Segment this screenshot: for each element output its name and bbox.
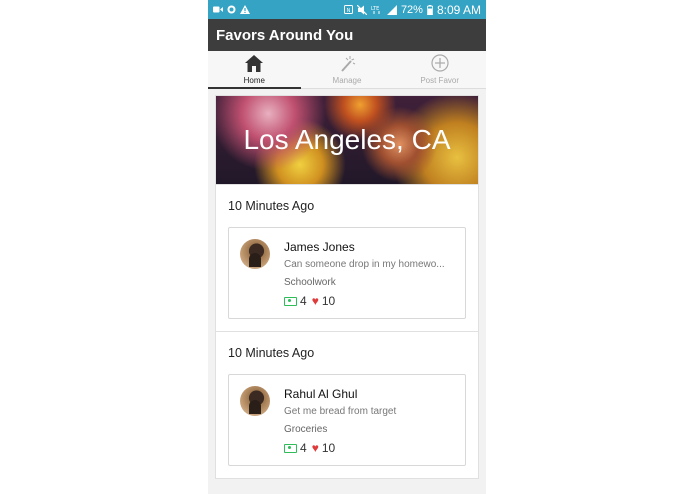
money-count: 4: [300, 294, 307, 308]
money-count: 4: [300, 441, 307, 455]
favor-category: Groceries: [284, 424, 328, 435]
money-icon: [284, 443, 297, 453]
favor-item[interactable]: James Jones Can someone drop in my homew…: [228, 227, 466, 319]
signal-icon: [386, 4, 397, 15]
location-title: Los Angeles, CA: [243, 124, 451, 155]
feed-section: 10 Minutes Ago James Jones Can someone d…: [216, 184, 478, 331]
video-camera-icon: [213, 6, 223, 13]
feed-card: Los Angeles, CA 10 Minutes Ago James Jon…: [215, 95, 479, 479]
app-title: Favors Around You: [216, 26, 354, 44]
avatar: [240, 386, 270, 416]
tab-bar: Home Manage Post Favor: [208, 51, 486, 89]
favor-description: Get me bread from target: [284, 406, 397, 417]
favor-stats: 4 ♥ 10: [284, 441, 455, 455]
mute-icon: [356, 4, 367, 15]
like-count: 10: [321, 441, 336, 455]
location-banner: Los Angeles, CA: [216, 96, 478, 184]
time-label: 10 Minutes Ago: [228, 199, 315, 213]
magic-wand-icon: [338, 55, 356, 74]
tab-manage-label: Manage: [332, 75, 362, 85]
battery-icon: [427, 4, 433, 15]
heart-icon: ♥: [311, 441, 319, 455]
tab-home[interactable]: Home: [208, 51, 301, 89]
favor-feed: Los Angeles, CA 10 Minutes Ago James Jon…: [208, 89, 486, 479]
home-icon: [245, 54, 264, 74]
lte-icon: LTE: [371, 5, 383, 15]
tab-post-favor-label: Post Favor: [420, 76, 460, 85]
status-bar: N LTE 72% 8:09 AM: [208, 0, 486, 19]
warning-icon: [240, 5, 250, 14]
avatar: [240, 239, 270, 269]
favor-category: Schoolwork: [284, 277, 336, 288]
app-bar: Favors Around You: [208, 19, 486, 51]
favor-stats: 4 ♥ 10: [284, 294, 455, 308]
tab-post-favor[interactable]: Post Favor: [393, 51, 486, 88]
feed-section: 10 Minutes Ago Rahul Al Ghul Get me brea…: [216, 331, 478, 478]
favor-name: Rahul Al Ghul: [284, 387, 358, 401]
record-icon: [227, 5, 236, 14]
svg-text:N: N: [347, 8, 351, 14]
favor-description: Can someone drop in my homewo...: [284, 259, 445, 270]
favor-body: Rahul Al Ghul Get me bread from target G…: [284, 386, 455, 455]
favor-name: James Jones: [284, 240, 355, 254]
tab-manage[interactable]: Manage: [301, 51, 394, 88]
like-count: 10: [321, 294, 336, 308]
favor-body: James Jones Can someone drop in my homew…: [284, 239, 455, 308]
favor-item[interactable]: Rahul Al Ghul Get me bread from target G…: [228, 374, 466, 466]
time-label: 10 Minutes Ago: [228, 346, 315, 360]
svg-text:LTE: LTE: [371, 6, 379, 12]
money-icon: [284, 296, 297, 306]
heart-icon: ♥: [311, 294, 319, 308]
nfc-icon: N: [343, 5, 353, 14]
clock: 8:09 AM: [436, 2, 481, 17]
phone-screen: N LTE 72% 8:09 AM Favors Around You Home…: [208, 0, 486, 494]
add-circle-icon: [431, 54, 449, 74]
tab-home-label: Home: [243, 75, 265, 85]
battery-percent: 72%: [400, 3, 423, 16]
